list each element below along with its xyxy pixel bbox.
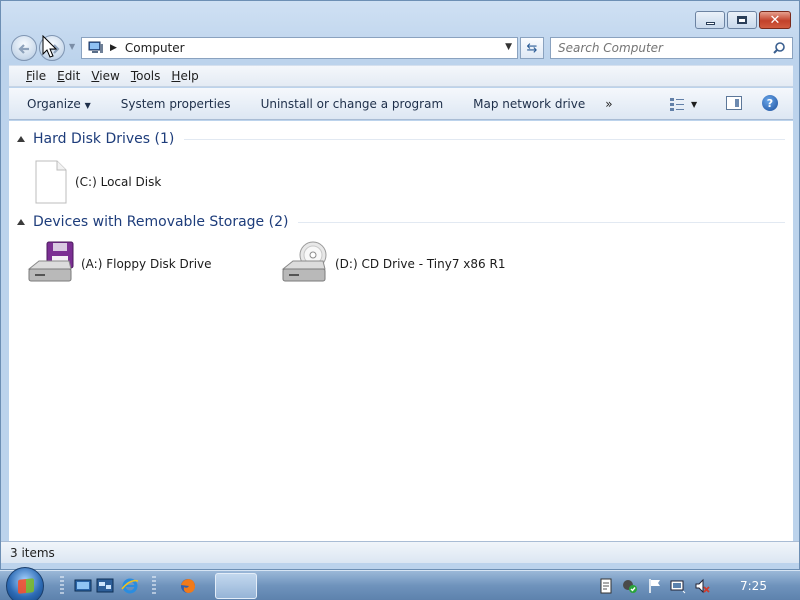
search-icon[interactable] xyxy=(772,41,786,55)
refresh-button[interactable]: ⇆ xyxy=(520,37,544,59)
action-center-flag-icon[interactable] xyxy=(647,578,663,594)
navigation-row: ▼ ▶ Computer ▼ ⇆ xyxy=(9,33,793,61)
collapse-arrow-icon[interactable] xyxy=(17,219,25,225)
network-icon[interactable] xyxy=(670,578,686,594)
menu-bar: File Edit View Tools Help xyxy=(9,65,793,87)
minimize-button[interactable] xyxy=(695,11,725,29)
security-shield-icon[interactable] xyxy=(622,578,638,594)
close-button[interactable]: ✕ xyxy=(759,11,791,29)
drive-label: (A:) Floppy Disk Drive xyxy=(81,257,212,271)
cd-drive-icon xyxy=(281,241,327,282)
status-bar: 3 items xyxy=(1,541,799,563)
taskbar-explorer-window[interactable] xyxy=(215,573,257,599)
menu-edit-accesskey: E xyxy=(57,69,65,83)
preview-pane-button[interactable] xyxy=(726,96,742,110)
drive-label: (C:) Local Disk xyxy=(75,175,162,189)
item-count: 3 items xyxy=(10,545,55,560)
close-icon: ✕ xyxy=(769,12,781,28)
floppy-drive-icon xyxy=(27,241,74,282)
minimize-icon xyxy=(705,21,715,25)
drive-item-a[interactable]: (A:) Floppy Disk Drive xyxy=(25,241,212,287)
group-header-removable[interactable]: Devices with Removable Storage (2) xyxy=(17,214,785,230)
show-desktop-icon[interactable] xyxy=(74,577,92,595)
menu-edit-label: dit xyxy=(64,69,81,83)
caption-buttons: ✕ xyxy=(695,11,791,29)
command-bar: Organize ▼ System properties Uninstall o… xyxy=(9,88,793,120)
views-icon xyxy=(670,98,684,111)
menu-view[interactable]: View xyxy=(91,68,119,84)
address-bar[interactable]: ▶ Computer ▼ xyxy=(81,37,518,59)
change-view-button[interactable]: ▼ xyxy=(669,97,707,111)
notepad-icon[interactable] xyxy=(598,578,614,594)
organize-dropdown-icon: ▼ xyxy=(84,100,91,110)
mouse-cursor-icon xyxy=(42,35,58,58)
taskbar: 7:25 xyxy=(0,567,800,600)
start-button[interactable] xyxy=(6,567,44,600)
group-divider xyxy=(184,138,785,140)
help-icon: ? xyxy=(766,96,774,110)
content-pane: Hard Disk Drives (1) (C:) Local Disk Dev… xyxy=(9,121,793,541)
back-arrow-icon xyxy=(18,44,29,54)
organize-button[interactable]: Organize ▼ xyxy=(27,97,91,111)
explorer-window: ✕ ▼ ▶ Computer ▼ ⇆ Search Computer File … xyxy=(0,0,800,570)
menu-help[interactable]: Help xyxy=(171,68,198,84)
blank-document-icon xyxy=(35,160,67,204)
recent-pages-dropdown[interactable]: ▼ xyxy=(69,42,75,51)
firefox-icon[interactable] xyxy=(179,577,197,595)
breadcrumb-computer[interactable]: Computer xyxy=(125,41,185,55)
system-properties-button[interactable]: System properties xyxy=(121,97,231,111)
map-network-drive-button[interactable]: Map network drive xyxy=(473,97,585,111)
internet-explorer-icon[interactable] xyxy=(121,577,139,595)
menu-edit[interactable]: Edit xyxy=(57,68,80,84)
organize-label: Organize xyxy=(27,96,81,111)
refresh-icon: ⇆ xyxy=(526,40,538,56)
menu-file-label: ile xyxy=(32,69,47,83)
search-input[interactable] xyxy=(558,41,768,55)
menu-tools-label: ools xyxy=(136,69,161,83)
back-button[interactable] xyxy=(11,35,37,61)
group-title: Devices with Removable Storage (2) xyxy=(33,214,289,230)
menu-view-label: iew xyxy=(99,69,120,83)
menu-file[interactable]: File xyxy=(26,68,46,84)
taskbar-grip[interactable] xyxy=(60,576,64,596)
taskbar-grip[interactable] xyxy=(152,576,156,596)
more-commands-button[interactable]: » xyxy=(605,97,612,111)
menu-tools[interactable]: Tools xyxy=(131,68,161,84)
maximize-button[interactable] xyxy=(727,11,757,29)
drive-label: (D:) CD Drive - Tiny7 x86 R1 xyxy=(335,257,506,271)
search-box[interactable] xyxy=(550,37,793,59)
group-divider xyxy=(298,221,785,223)
group-title: Hard Disk Drives (1) xyxy=(33,131,175,147)
volume-muted-icon[interactable] xyxy=(694,578,710,594)
computer-icon xyxy=(88,41,103,53)
drive-item-c[interactable]: (C:) Local Disk xyxy=(33,159,161,205)
views-dropdown-icon[interactable]: ▼ xyxy=(691,100,697,109)
drive-item-d[interactable]: (D:) CD Drive - Tiny7 x86 R1 xyxy=(279,241,505,287)
group-header-hard-disk[interactable]: Hard Disk Drives (1) xyxy=(17,131,785,147)
maximize-icon xyxy=(737,16,747,24)
collapse-arrow-icon[interactable] xyxy=(17,136,25,142)
breadcrumb-separator[interactable]: ▶ xyxy=(110,43,117,53)
help-button[interactable]: ? xyxy=(762,95,778,111)
address-dropdown-icon[interactable]: ▼ xyxy=(505,42,512,52)
uninstall-program-button[interactable]: Uninstall or change a program xyxy=(261,97,444,111)
switch-windows-icon[interactable] xyxy=(96,577,114,595)
tray-clock[interactable]: 7:25 xyxy=(740,579,767,593)
menu-help-label: elp xyxy=(180,69,199,83)
